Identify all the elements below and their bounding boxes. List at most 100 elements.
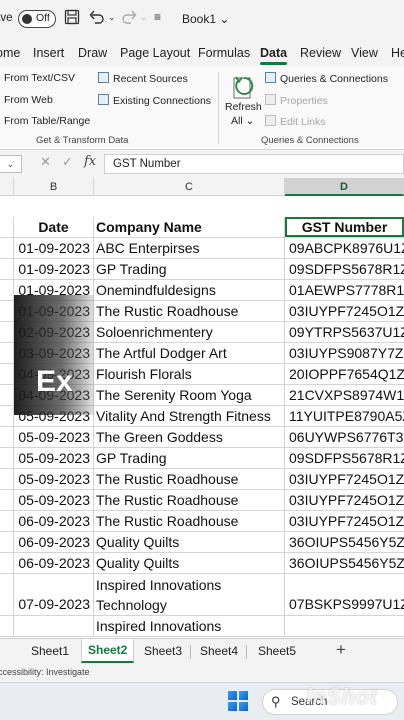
from-web-button[interactable]: From Web [4, 94, 53, 106]
cell-company[interactable]: Soloenrichmentery [94, 322, 285, 342]
cell-a[interactable] [0, 406, 14, 426]
cell-a[interactable] [0, 574, 14, 615]
cell-company[interactable]: The Rustic Roadhouse [94, 301, 285, 321]
cell-a[interactable] [0, 280, 14, 300]
cell-date[interactable]: 05-09-2023 [14, 490, 94, 510]
from-table-range-button[interactable]: From Table/Range [4, 115, 90, 127]
undo-dropdown-icon[interactable]: ⌄ [108, 12, 116, 23]
cell-gst[interactable]: 03IUYPF7245O1Z [285, 301, 404, 321]
redo-icon[interactable] [120, 9, 138, 29]
cell-a[interactable] [0, 616, 14, 636]
cell-gst[interactable]: 09ABCPK8976U1Z [285, 238, 404, 258]
cell-date[interactable]: 01-09-2023 [14, 238, 94, 258]
tab-draw[interactable]: Draw [78, 46, 107, 60]
header-cell-date[interactable]: Date [14, 217, 94, 237]
add-sheet-button[interactable]: + [336, 640, 346, 660]
autosave-toggle[interactable]: Off [18, 10, 56, 28]
cell-date[interactable]: 06-09-2023 [14, 511, 94, 531]
cell-date[interactable] [14, 616, 94, 636]
cell-gst[interactable]: 20IOPPF7654Q1Z [285, 364, 404, 384]
cancel-icon[interactable]: ✕ [40, 154, 51, 170]
cell-a[interactable] [0, 301, 14, 321]
properties-button[interactable]: Properties [265, 94, 328, 107]
tab-view[interactable]: View [351, 46, 378, 60]
cell-gst[interactable]: 09YTRPS5637U1Z [285, 322, 404, 342]
cell-company[interactable]: GP Trading [94, 259, 285, 279]
cell-a[interactable] [0, 511, 14, 531]
cell-a[interactable] [0, 532, 14, 552]
cell-a[interactable] [0, 238, 14, 258]
column-header-b[interactable]: B [14, 178, 94, 196]
cell-a[interactable] [0, 553, 14, 573]
tab-insert[interactable]: Insert [33, 46, 64, 60]
tab-home[interactable]: ome [0, 46, 20, 60]
cell-date[interactable]: 01-09-2023 [14, 259, 94, 279]
tab-review[interactable]: Review [300, 46, 341, 60]
cell-company[interactable]: The Rustic Roadhouse [94, 511, 285, 531]
insert-function-icon[interactable]: fx [84, 154, 96, 169]
cell-company[interactable]: The Rustic Roadhouse [94, 490, 285, 510]
sheet-tab-1[interactable]: Sheet1 [31, 644, 69, 658]
cell-date[interactable]: 06-09-2023 [14, 532, 94, 552]
save-icon[interactable] [64, 9, 80, 29]
name-box-dropdown[interactable]: ⌄ [0, 155, 22, 173]
cell-company[interactable]: The Artful Dodger Art [94, 343, 285, 363]
accessibility-status[interactable]: ccessibility: Investigate [0, 667, 90, 677]
cell-a[interactable] [0, 343, 14, 363]
sheet-tab-4[interactable]: Sheet4 [200, 644, 238, 658]
cell-a[interactable] [0, 364, 14, 384]
tab-data[interactable]: Data [260, 46, 288, 65]
cell-date[interactable]: 05-09-2023 [14, 469, 94, 489]
recent-sources-button[interactable]: Recent Sources [98, 72, 188, 85]
cell-gst[interactable]: 03IUYPF7245O1Z [285, 511, 404, 531]
cell-company[interactable]: Inspired Innovations [94, 616, 285, 636]
sheet-tab-2[interactable]: Sheet2 [81, 639, 135, 663]
sheet-tab-5[interactable]: Sheet5 [258, 644, 296, 658]
cell-a[interactable] [0, 427, 14, 447]
cell-gst[interactable]: 03IUYPS9087Y7Z [285, 343, 404, 363]
cell-gst[interactable]: 07BSKPS9997U1Z [285, 574, 404, 615]
cell-company[interactable]: GP Trading [94, 448, 285, 468]
header-cell-company[interactable]: Company Name [94, 217, 285, 237]
tab-help[interactable]: He [391, 46, 404, 60]
cell-gst[interactable]: 06UYWPS6776T3Z [285, 427, 404, 447]
enter-icon[interactable]: ✓ [62, 154, 73, 170]
edit-links-button[interactable]: Edit Links [265, 115, 326, 128]
cell-date[interactable]: 07-09-2023 [14, 574, 94, 615]
undo-icon[interactable] [88, 9, 106, 29]
cell-company[interactable]: The Rustic Roadhouse [94, 469, 285, 489]
cell-gst[interactable]: 21CVXPS8974W1Z [285, 385, 404, 405]
cell-company[interactable]: Quality Quilts [94, 532, 285, 552]
cell-a[interactable] [0, 322, 14, 342]
header-cell-gst[interactable]: GST Number [285, 217, 404, 237]
cell-gst[interactable]: 03IUYPF7245O1Z [285, 469, 404, 489]
cell-date[interactable]: 06-09-2023 [14, 553, 94, 573]
workbook-name[interactable]: Book1 ⌄ [182, 12, 229, 26]
tab-page-layout[interactable]: Page Layout [120, 46, 190, 60]
header-cell-a[interactable] [0, 217, 14, 237]
cell-date[interactable]: 05-09-2023 [14, 448, 94, 468]
cell-company[interactable]: Onemindfuldesigns [94, 280, 285, 300]
cell-gst[interactable]: 01AEWPS7778R1Z [285, 280, 404, 300]
existing-connections-button[interactable]: Existing Connections [98, 94, 211, 107]
tab-formulas[interactable]: Formulas [198, 46, 250, 60]
from-text-csv-button[interactable]: From Text/CSV [4, 72, 75, 84]
formula-input[interactable]: GST Number [104, 154, 404, 174]
windows-start-icon[interactable] [228, 691, 248, 711]
cell-a[interactable] [0, 469, 14, 489]
cell-company[interactable]: Inspired Innovations Technology [94, 574, 285, 615]
cell-a[interactable] [0, 259, 14, 279]
cell-a[interactable] [0, 448, 14, 468]
cell-gst[interactable]: 36OIUPS5456Y5Z [285, 532, 404, 552]
cell-company[interactable]: Vitality And Strength Fitness [94, 406, 285, 426]
cell-a[interactable] [0, 490, 14, 510]
cell-gst[interactable]: 09SDFPS5678R1Z [285, 448, 404, 468]
column-header-c[interactable]: C [94, 178, 285, 196]
cell-gst[interactable] [285, 616, 404, 636]
cell-gst[interactable]: 11YUITPE8790A5Z [285, 406, 404, 426]
sheet-tab-3[interactable]: Sheet3 [144, 644, 182, 658]
redo-dropdown-icon[interactable]: ⌄ [140, 12, 148, 23]
refresh-all-dropdown[interactable]: All ⌄ [231, 115, 254, 127]
queries-connections-button[interactable]: Queries & Connections [265, 72, 388, 85]
cell-a[interactable] [0, 385, 14, 405]
